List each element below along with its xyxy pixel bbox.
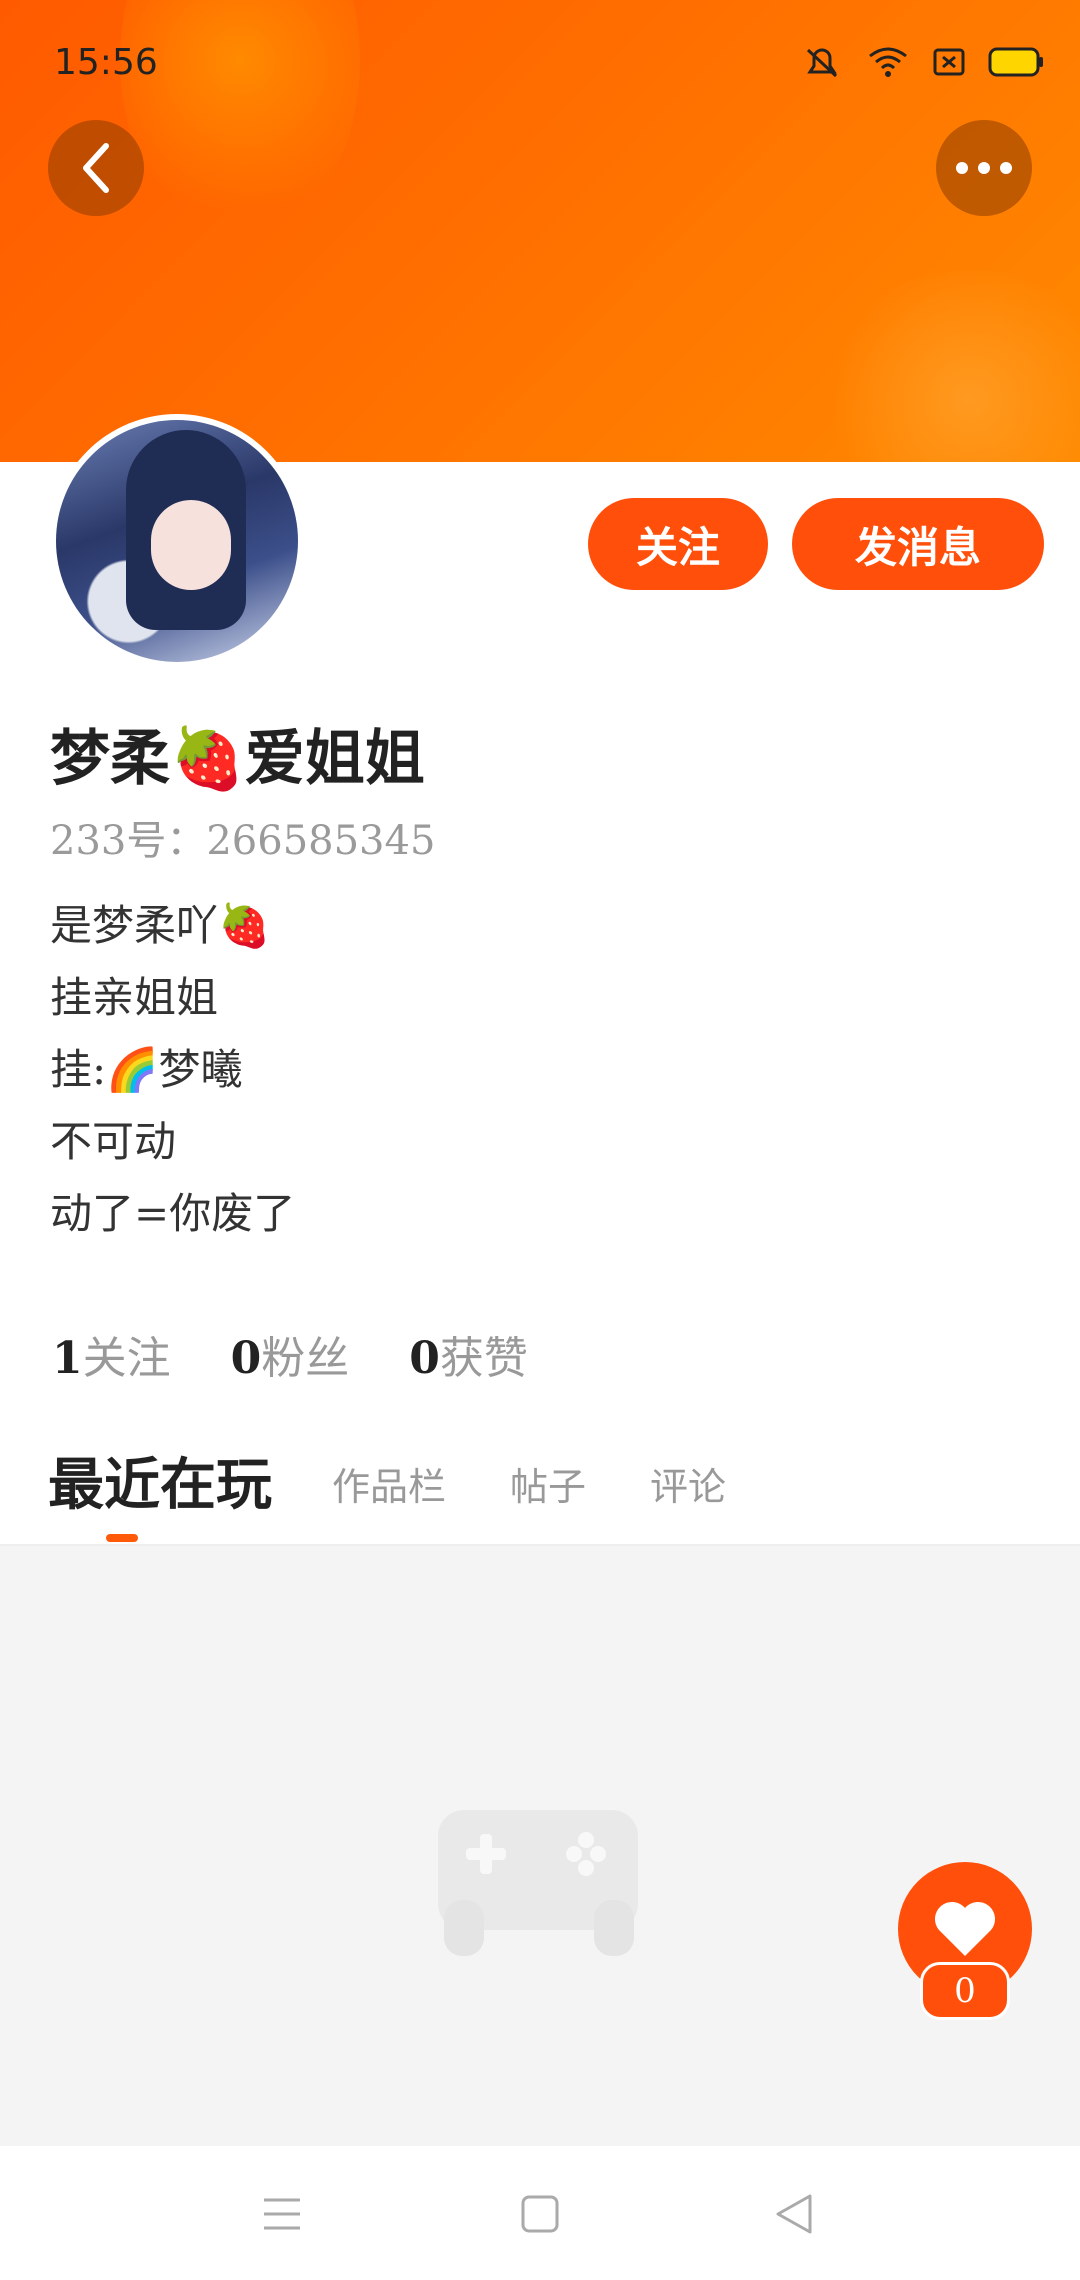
more-button[interactable] (936, 120, 1032, 216)
back-arrow-icon (83, 143, 109, 193)
home-square-icon[interactable] (520, 2194, 560, 2234)
profile-tabs: 最近在玩 作品栏 帖子 评论 (48, 1440, 790, 1521)
tab-posts[interactable]: 帖子 (510, 1456, 586, 1521)
message-button[interactable]: 发消息 (792, 498, 1044, 590)
system-nav-bar (0, 2146, 1080, 2280)
bio-line: 是梦柔吖🍓 (50, 901, 271, 950)
profile-name: 梦柔🍓爱姐姐 (50, 724, 425, 794)
avatar[interactable] (50, 414, 304, 668)
tab-recently-played[interactable]: 最近在玩 (48, 1440, 272, 1521)
controller-icon (438, 1810, 638, 1956)
back-button[interactable] (48, 120, 144, 216)
battery-icon (988, 47, 1043, 77)
mute-icon (806, 48, 838, 78)
stat-following[interactable]: 1关注 (52, 1322, 171, 1386)
menu-icon[interactable] (262, 2196, 302, 2232)
bio-line: 挂:🌈梦曦 (50, 1045, 243, 1094)
status-time: 15:56 (54, 42, 158, 83)
banner-decoration (820, 270, 1080, 462)
follow-button[interactable]: 关注 (588, 498, 768, 590)
wifi-icon (869, 47, 907, 77)
status-icons (800, 44, 1044, 80)
back-triangle-icon[interactable] (774, 2192, 814, 2236)
bio-line: 不可动 (50, 1117, 177, 1166)
profile-bio: 是梦柔吖🍓 挂亲姐姐 挂:🌈梦曦 不可动 动了=你废了 (50, 890, 295, 1250)
banner-decoration (120, 0, 360, 240)
tab-works[interactable]: 作品栏 (332, 1456, 446, 1521)
sim-icon (933, 48, 965, 76)
more-dots-icon (956, 162, 1012, 174)
tab-comments[interactable]: 评论 (650, 1456, 726, 1521)
avatar-image (56, 420, 298, 662)
profile-id: 233号：266585345 (50, 818, 436, 864)
bio-line: 动了=你废了 (50, 1189, 296, 1238)
profile-stats: 1关注 0粉丝 0获赞 (52, 1322, 528, 1386)
active-tab-indicator (106, 1534, 138, 1542)
stat-fans[interactable]: 0粉丝 (231, 1322, 350, 1386)
stat-likes[interactable]: 0获赞 (409, 1322, 528, 1386)
heart-icon (934, 1901, 996, 1956)
like-count-badge: 0 (920, 1962, 1010, 2020)
bio-line: 挂亲姐姐 (50, 973, 219, 1022)
